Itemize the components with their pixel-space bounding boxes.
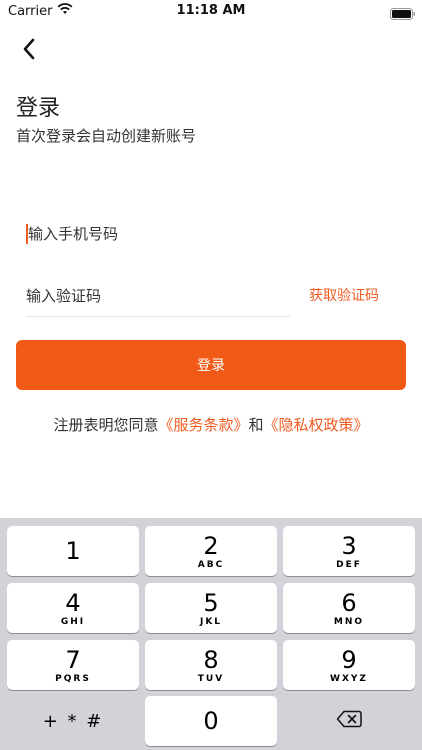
status-bar: Carrier 11:18 AM (0, 0, 422, 24)
verification-code-field[interactable] (26, 280, 290, 317)
key-letters: ABC (197, 559, 225, 570)
key-number: 8 (203, 645, 219, 674)
agreement-prefix: 注册表明您同意 (53, 416, 159, 434)
key-8[interactable]: 8 TUV (145, 640, 277, 690)
agreement-conjunction: 和 (248, 416, 264, 434)
key-3[interactable]: 3 DEF (283, 526, 415, 576)
key-number: 5 (203, 588, 219, 617)
privacy-link[interactable]: 《隐私权政策》 (264, 416, 369, 434)
key-0[interactable]: 0 (145, 696, 277, 746)
key-number: 9 (341, 645, 357, 674)
key-letters: PQRS (55, 673, 91, 684)
key-5[interactable]: 5 JKL (145, 583, 277, 633)
verification-code-input[interactable] (26, 287, 286, 305)
key-number: 2 (203, 531, 219, 560)
key-letters: DEF (336, 559, 362, 570)
key-letters: JKL (199, 616, 223, 627)
delete-key[interactable] (283, 696, 415, 746)
numeric-keyboard: 1 2 ABC 3 DEF 4 GHI 5 JKL 6 MNO 7 PQRS 8… (0, 518, 422, 750)
key-2[interactable]: 2 ABC (145, 526, 277, 576)
chevron-left-icon (22, 38, 36, 64)
key-symbols[interactable]: + * # (7, 696, 139, 746)
key-number: 7 (65, 645, 81, 674)
key-letters: MNO (333, 616, 365, 627)
page-subtitle: 首次登录会自动创建新账号 (16, 127, 197, 145)
phone-field[interactable] (26, 221, 306, 247)
login-button[interactable]: 登录 (16, 340, 406, 390)
key-number: 1 (65, 536, 81, 565)
battery-icon (390, 5, 415, 20)
back-button[interactable] (14, 36, 44, 66)
key-letters: GHI (60, 616, 86, 627)
key-number: 3 (341, 531, 357, 560)
key-7[interactable]: 7 PQRS (7, 640, 139, 690)
key-letters: TUV (197, 673, 225, 684)
phone-input[interactable] (28, 225, 288, 243)
symbols-label: + * # (42, 710, 104, 732)
key-number: 4 (65, 588, 81, 617)
key-letters: WXYZ (330, 673, 368, 684)
terms-link[interactable]: 《服务条款》 (158, 416, 248, 434)
key-1[interactable]: 1 (7, 526, 139, 576)
key-6[interactable]: 6 MNO (283, 583, 415, 633)
key-9[interactable]: 9 WXYZ (283, 640, 415, 690)
page-title: 登录 (16, 96, 61, 121)
backspace-icon (336, 710, 362, 732)
key-number: 0 (203, 707, 219, 735)
get-code-button[interactable]: 获取验证码 (309, 285, 379, 305)
status-time: 11:18 AM (176, 3, 246, 18)
agreement-text: 注册表明您同意《服务条款》和《隐私权政策》 (0, 414, 422, 435)
key-number: 6 (341, 588, 357, 617)
key-4[interactable]: 4 GHI (7, 583, 139, 633)
